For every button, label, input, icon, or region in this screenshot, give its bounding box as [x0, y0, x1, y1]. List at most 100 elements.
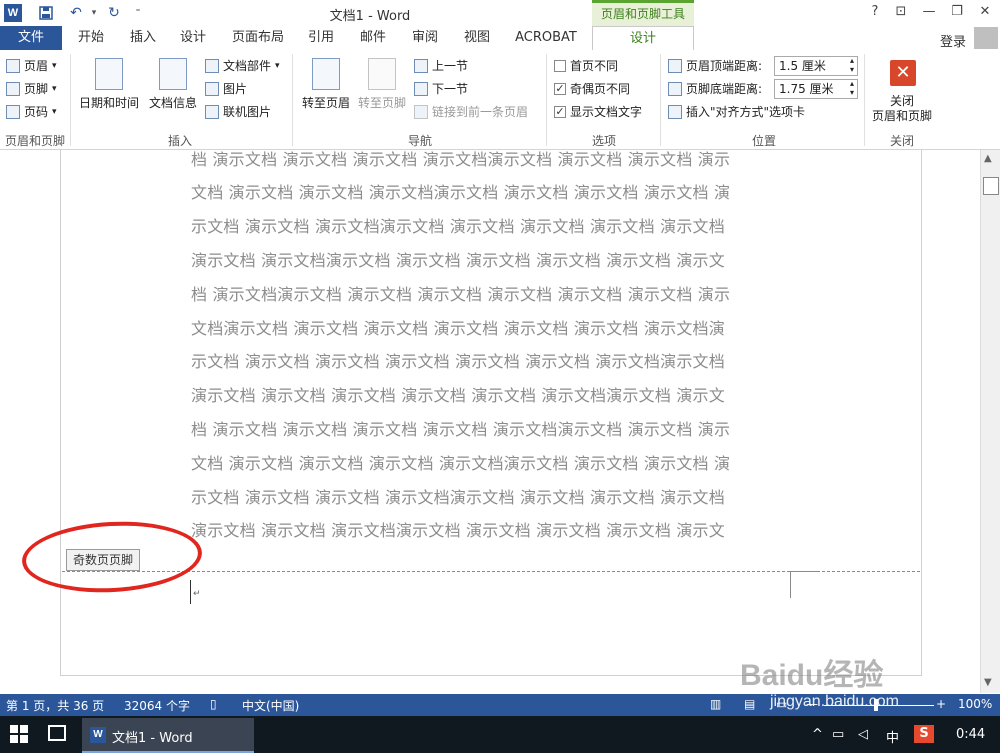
zoom-in-icon[interactable]: +	[936, 697, 946, 711]
group-separator	[292, 54, 293, 146]
spinner-icon[interactable]: ▴ ▾	[850, 79, 854, 97]
online-picture-icon	[205, 105, 219, 119]
task-view-icon[interactable]	[48, 725, 66, 741]
tab-references[interactable]: 引用	[300, 26, 342, 50]
ribbon-display-button[interactable]: ⊡	[888, 2, 914, 22]
customize-qat-icon[interactable]: ⁼	[128, 3, 148, 23]
volume-icon[interactable]: ◁	[858, 727, 868, 742]
tab-view[interactable]: 视图	[456, 26, 498, 50]
footer-bottom-distance-input[interactable]: 1.75 厘米 ▴ ▾	[774, 79, 858, 99]
paragraph-mark: ↵	[193, 589, 201, 599]
document-text-line[interactable]: 档 演示文档演示文档 演示文档 演示文档 演示文档 演示文档 演示文档 演示	[191, 281, 791, 305]
zoom-level[interactable]: 100%	[958, 697, 992, 711]
redo-icon[interactable]: ↻	[104, 3, 124, 23]
doc-info-button[interactable]: 文档信息	[145, 58, 201, 111]
print-layout-icon[interactable]: ▤	[744, 697, 755, 711]
tab-design-doc[interactable]: 设计	[172, 26, 214, 50]
footer-button[interactable]: 页脚 ▾	[6, 79, 57, 99]
document-text-line[interactable]: 档 演示文档 演示文档 演示文档 演示文档 演示文档演示文档 演示文档 演示	[191, 416, 791, 440]
group-label-header-footer: 页眉和页脚	[4, 134, 65, 148]
chevron-down-icon: ▾	[275, 61, 280, 71]
insert-alignment-tab-button[interactable]: 插入"对齐方式"选项卡	[668, 102, 805, 122]
tab-mailings[interactable]: 邮件	[352, 26, 394, 50]
undo-dropdown-icon[interactable]: ▾	[84, 3, 104, 23]
ime-indicator[interactable]: 中	[886, 727, 899, 746]
doc-info-icon	[159, 58, 187, 90]
taskbar-word-label: 文档1 - Word	[112, 731, 193, 746]
document-text-line[interactable]: 档 演示文档 演示文档 演示文档 演示文档演示文档 演示文档 演示文档 演示	[191, 146, 791, 170]
baidu-watermark-logo: Baidu经验	[740, 659, 884, 692]
header-icon	[6, 59, 20, 73]
online-picture-button[interactable]: 联机图片	[205, 102, 271, 122]
window-title: 文档1 - Word	[329, 9, 411, 24]
date-time-button[interactable]: 日期和时间	[76, 58, 142, 111]
goto-footer-icon	[368, 58, 396, 90]
word-logo-icon[interactable]: W	[4, 4, 22, 22]
odd-even-different-checkbox[interactable]: ✓ 奇偶页不同	[554, 79, 630, 99]
network-icon[interactable]: ▭	[832, 727, 844, 742]
document-text-line[interactable]: 示文档 演示文档 演示文档 演示文档 演示文档 演示文档 演示文档演示文档	[191, 348, 791, 372]
tab-home[interactable]: 开始	[70, 26, 112, 50]
scroll-thumb[interactable]	[983, 177, 999, 195]
sogou-ime-icon[interactable]: S	[914, 725, 934, 743]
scroll-up-icon[interactable]: ▲	[984, 153, 992, 164]
close-window-button[interactable]: ✕	[972, 2, 998, 22]
close-header-footer-icon[interactable]: ✕	[890, 60, 916, 86]
goto-header-button[interactable]: 转至页眉	[298, 58, 354, 111]
login-link[interactable]: 登录	[940, 31, 966, 50]
document-text-line[interactable]: 文档演示文档 演示文档 演示文档 演示文档 演示文档 演示文档 演示文档演	[191, 315, 791, 339]
document-text-line[interactable]: 演示文档 演示文档 演示文档演示文档 演示文档 演示文档 演示文档 演示文	[191, 517, 791, 541]
spinner-icon[interactable]: ▴ ▾	[850, 56, 854, 74]
restore-button[interactable]: ❐	[944, 2, 970, 22]
save-icon[interactable]	[36, 3, 56, 23]
help-button[interactable]: ?	[862, 2, 888, 22]
picture-button[interactable]: 图片	[205, 79, 247, 99]
vertical-scrollbar[interactable]	[980, 150, 1000, 693]
tab-header-footer-design[interactable]: 设计	[592, 26, 694, 51]
doc-parts-icon	[205, 59, 219, 73]
document-text-line[interactable]: 演示文档 演示文档 演示文档 演示文档 演示文档 演示文档演示文档 演示文	[191, 382, 791, 406]
first-page-different-checkbox[interactable]: 首页不同	[554, 56, 618, 76]
link-previous-button[interactable]: 链接到前一条页眉	[414, 102, 528, 122]
document-text-line[interactable]: 文档 演示文档 演示文档 演示文档 演示文档演示文档 演示文档 演示文档 演	[191, 450, 791, 474]
language-status[interactable]: 中文(中国)	[242, 697, 299, 714]
document-text-line[interactable]: 演示文档 演示文档演示文档 演示文档 演示文档 演示文档 演示文档 演示文	[191, 247, 791, 271]
close-header-footer-button[interactable]: 关闭 页眉和页脚	[866, 94, 938, 124]
tab-insert[interactable]: 插入	[122, 26, 164, 50]
group-label-close: 关闭	[889, 134, 914, 148]
document-text-line[interactable]: 示文档 演示文档 演示文档 演示文档演示文档 演示文档 演示文档 演示文档	[191, 484, 791, 508]
header-button[interactable]: 页眉 ▾	[6, 56, 57, 76]
page-number-button[interactable]: 页码 ▾	[6, 102, 57, 122]
header-top-distance-input[interactable]: 1.5 厘米 ▴ ▾	[774, 56, 858, 76]
tray-chevron-icon[interactable]: ^	[812, 727, 823, 742]
read-mode-icon[interactable]: ▥	[710, 697, 721, 711]
prev-section-button[interactable]: 上一节	[414, 56, 468, 76]
tab-page-layout[interactable]: 页面布局	[226, 26, 290, 50]
document-text-line[interactable]: 示文档 演示文档 演示文档演示文档 演示文档 演示文档 演示文档 演示文档	[191, 213, 791, 237]
baidu-watermark-url: jingyan.baidu.com	[770, 693, 899, 710]
minimize-button[interactable]: —	[916, 2, 942, 22]
undo-icon[interactable]: ↶	[66, 3, 86, 23]
tab-acrobat[interactable]: ACROBAT	[508, 26, 584, 50]
checkbox-checked-icon: ✓	[554, 105, 566, 118]
next-section-button[interactable]: 下一节	[414, 79, 468, 99]
avatar-icon[interactable]	[974, 27, 998, 49]
tab-review[interactable]: 审阅	[404, 26, 446, 50]
word-count-status[interactable]: 32064 个字	[124, 697, 190, 714]
header-footer-tools-label: 页眉和页脚工具	[592, 0, 694, 26]
proofing-icon[interactable]: ▯	[210, 697, 217, 711]
prev-section-icon	[414, 59, 428, 73]
scroll-down-icon[interactable]: ▼	[984, 677, 992, 688]
page-count-status[interactable]: 第 1 页，共 36 页	[6, 697, 104, 714]
goto-footer-button[interactable]: 转至页脚	[354, 58, 410, 111]
group-separator	[660, 54, 661, 146]
footer-bottom-distance-label: 页脚底端距离:	[668, 79, 762, 99]
text-cursor	[190, 580, 191, 604]
margin-corner-mark	[790, 571, 818, 572]
show-document-text-checkbox[interactable]: ✓ 显示文档文字	[554, 102, 642, 122]
windows-start-icon[interactable]	[10, 725, 28, 743]
clock[interactable]: 0:44	[956, 727, 985, 742]
tab-file[interactable]: 文件	[0, 26, 62, 50]
document-text-line[interactable]: 文档 演示文档 演示文档 演示文档演示文档 演示文档 演示文档 演示文档 演	[191, 179, 791, 203]
doc-parts-button[interactable]: 文档部件 ▾	[205, 56, 280, 76]
